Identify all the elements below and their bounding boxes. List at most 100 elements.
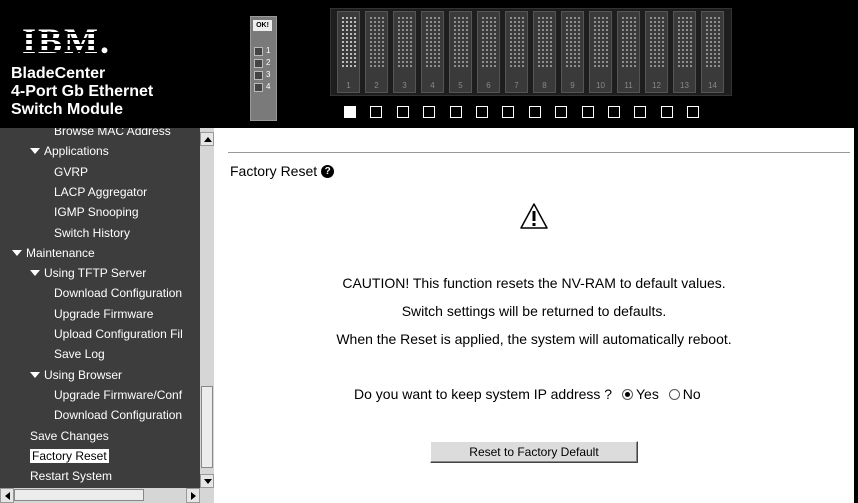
sidebar-item-label: LACP Aggregator [54,184,148,199]
sidebar-item-save-changes[interactable]: Save Changes [30,429,109,443]
sidebar-item-download-configuration[interactable]: Download Configuration [54,408,182,422]
ok-led: OK! [253,20,272,31]
divider [228,152,850,153]
hscroll-thumb[interactable] [14,489,144,501]
bay-select-box[interactable] [370,106,383,118]
bay-select-box[interactable] [502,106,515,118]
blade-chassis: 1 2 3 4 5 6 7 8 9 10 11 12 13 14 [330,8,732,96]
sidebar-tree: Browse MAC Address Applications GVRP LACP A… [0,128,200,488]
sidebar-item-using-tftp-server[interactable]: Using TFTP Server [30,266,146,280]
no-label[interactable]: No [683,386,701,402]
port-2: 2 [254,58,274,69]
blade-bay[interactable]: 10 [589,11,612,93]
product-line-1: BladeCenter [11,65,106,82]
blade-bay[interactable]: 11 [617,11,640,93]
scroll-left-button[interactable] [0,488,14,503]
blade-bay[interactable]: 9 [561,11,584,93]
arrow-down-icon [204,479,212,484]
bay-grill [537,16,552,68]
sidebar-item-upgrade-firmware-conf[interactable]: Upgrade Firmware/Conf [54,388,182,402]
expand-triangle-icon[interactable] [12,249,22,256]
bay-grill [509,16,524,68]
bay-select-box[interactable] [660,106,673,118]
bay-select-box[interactable] [528,106,541,118]
scroll-right-button[interactable] [186,488,200,503]
bay-number: 11 [624,81,633,90]
no-radio[interactable] [668,389,680,400]
bay-select-box[interactable] [476,106,488,118]
question-text: Do you want to keep system IP address ? [354,386,613,402]
sidebar-item-gvrp[interactable]: GVRP [54,165,88,179]
sidebar-item-label: Applications [44,144,109,159]
yes-label[interactable]: Yes [636,386,659,402]
bay-grill [425,16,440,68]
arrow-right-icon [191,492,196,500]
sidebar-vertical-scrollbar[interactable] [200,128,214,488]
sidebar-nav: Browse MAC Address Applications GVRP LACP A… [0,128,214,503]
blade-bay[interactable]: 12 [645,11,668,93]
scroll-up-button[interactable] [200,132,214,146]
sidebar-horizontal-scrollbar[interactable] [0,488,214,503]
sidebar-item-restart-system[interactable]: Restart System [30,469,112,483]
page-title-text: Factory Reset [230,163,318,179]
blade-bay[interactable]: 7 [505,11,528,93]
bay-select-box[interactable] [344,106,356,118]
blade-bay[interactable]: 5 [449,11,472,93]
port-1: 1 [254,46,274,57]
sidebar-item-label: Download Configuration [54,408,183,423]
blade-bay[interactable]: 1 [337,11,360,93]
warning-triangle-icon [520,203,548,229]
sidebar-item-using-browser[interactable]: Using Browser [30,368,122,382]
bay-number: 12 [652,81,661,90]
bay-grill [705,16,720,68]
bay-number: 10 [596,81,605,90]
bay-select-box[interactable] [449,106,462,118]
bay-grill [369,16,384,68]
sidebar-item-browse-mac-address[interactable]: Browse MAC Address [54,128,171,138]
bay-select-box[interactable] [687,106,700,118]
bay-select-box[interactable] [581,106,594,118]
scroll-down-button[interactable] [200,474,214,488]
blade-bay[interactable]: 8 [533,11,556,93]
bay-number: 9 [570,81,575,90]
blade-bay[interactable]: 2 [365,11,388,93]
arrow-up-icon [204,137,212,142]
blade-bay[interactable]: 3 [393,11,416,93]
bay-number: 2 [374,81,379,90]
blade-bay[interactable]: 6 [477,11,500,93]
blade-bay[interactable]: 14 [701,11,724,93]
sidebar-item-switch-history[interactable]: Switch History [54,226,130,240]
expand-triangle-icon[interactable] [30,148,40,155]
bay-select-box[interactable] [634,106,647,118]
bay-number: 8 [542,81,547,90]
blade-bay[interactable]: 13 [673,11,696,93]
sidebar-item-label: Switch History [54,225,131,240]
bay-number: 3 [402,81,407,90]
expand-triangle-icon[interactable] [30,371,40,378]
bay-select-box[interactable] [555,106,568,118]
reset-factory-default-button[interactable]: Reset to Factory Default [430,441,638,463]
sidebar-item-download-configuration[interactable]: Download Configuration [54,286,182,300]
blade-bay[interactable]: 4 [421,11,444,93]
sidebar-item-upgrade-firmware[interactable]: Upgrade Firmware [54,307,153,321]
bay-number: 5 [458,81,463,90]
expand-triangle-icon[interactable] [30,270,40,277]
bay-select-box[interactable] [396,106,409,118]
bay-select-box[interactable] [423,106,436,118]
arrow-left-icon [5,492,10,500]
yes-radio[interactable] [622,389,633,400]
sidebar-item-applications[interactable]: Applications [30,144,109,158]
bay-number: 7 [514,81,519,90]
sidebar-item-igmp-snooping[interactable]: IGMP Snooping [54,205,139,219]
help-icon[interactable]: ? [321,165,335,178]
bay-select-box[interactable] [608,106,620,118]
sidebar-item-label: Upgrade Firmware/Conf [54,387,183,402]
scroll-thumb[interactable] [201,386,213,468]
sidebar-item-maintenance[interactable]: Maintenance [12,246,95,260]
bay-grill [593,16,608,68]
sidebar-item-upload-configuration-fil[interactable]: Upload Configuration Fil [54,327,183,341]
sidebar-item-label: IGMP Snooping [54,205,139,220]
sidebar-item-lacp-aggregator[interactable]: LACP Aggregator [54,185,147,199]
sidebar-item-factory-reset[interactable]: Factory Reset [30,448,109,463]
sidebar-item-save-log[interactable]: Save Log [54,347,105,361]
